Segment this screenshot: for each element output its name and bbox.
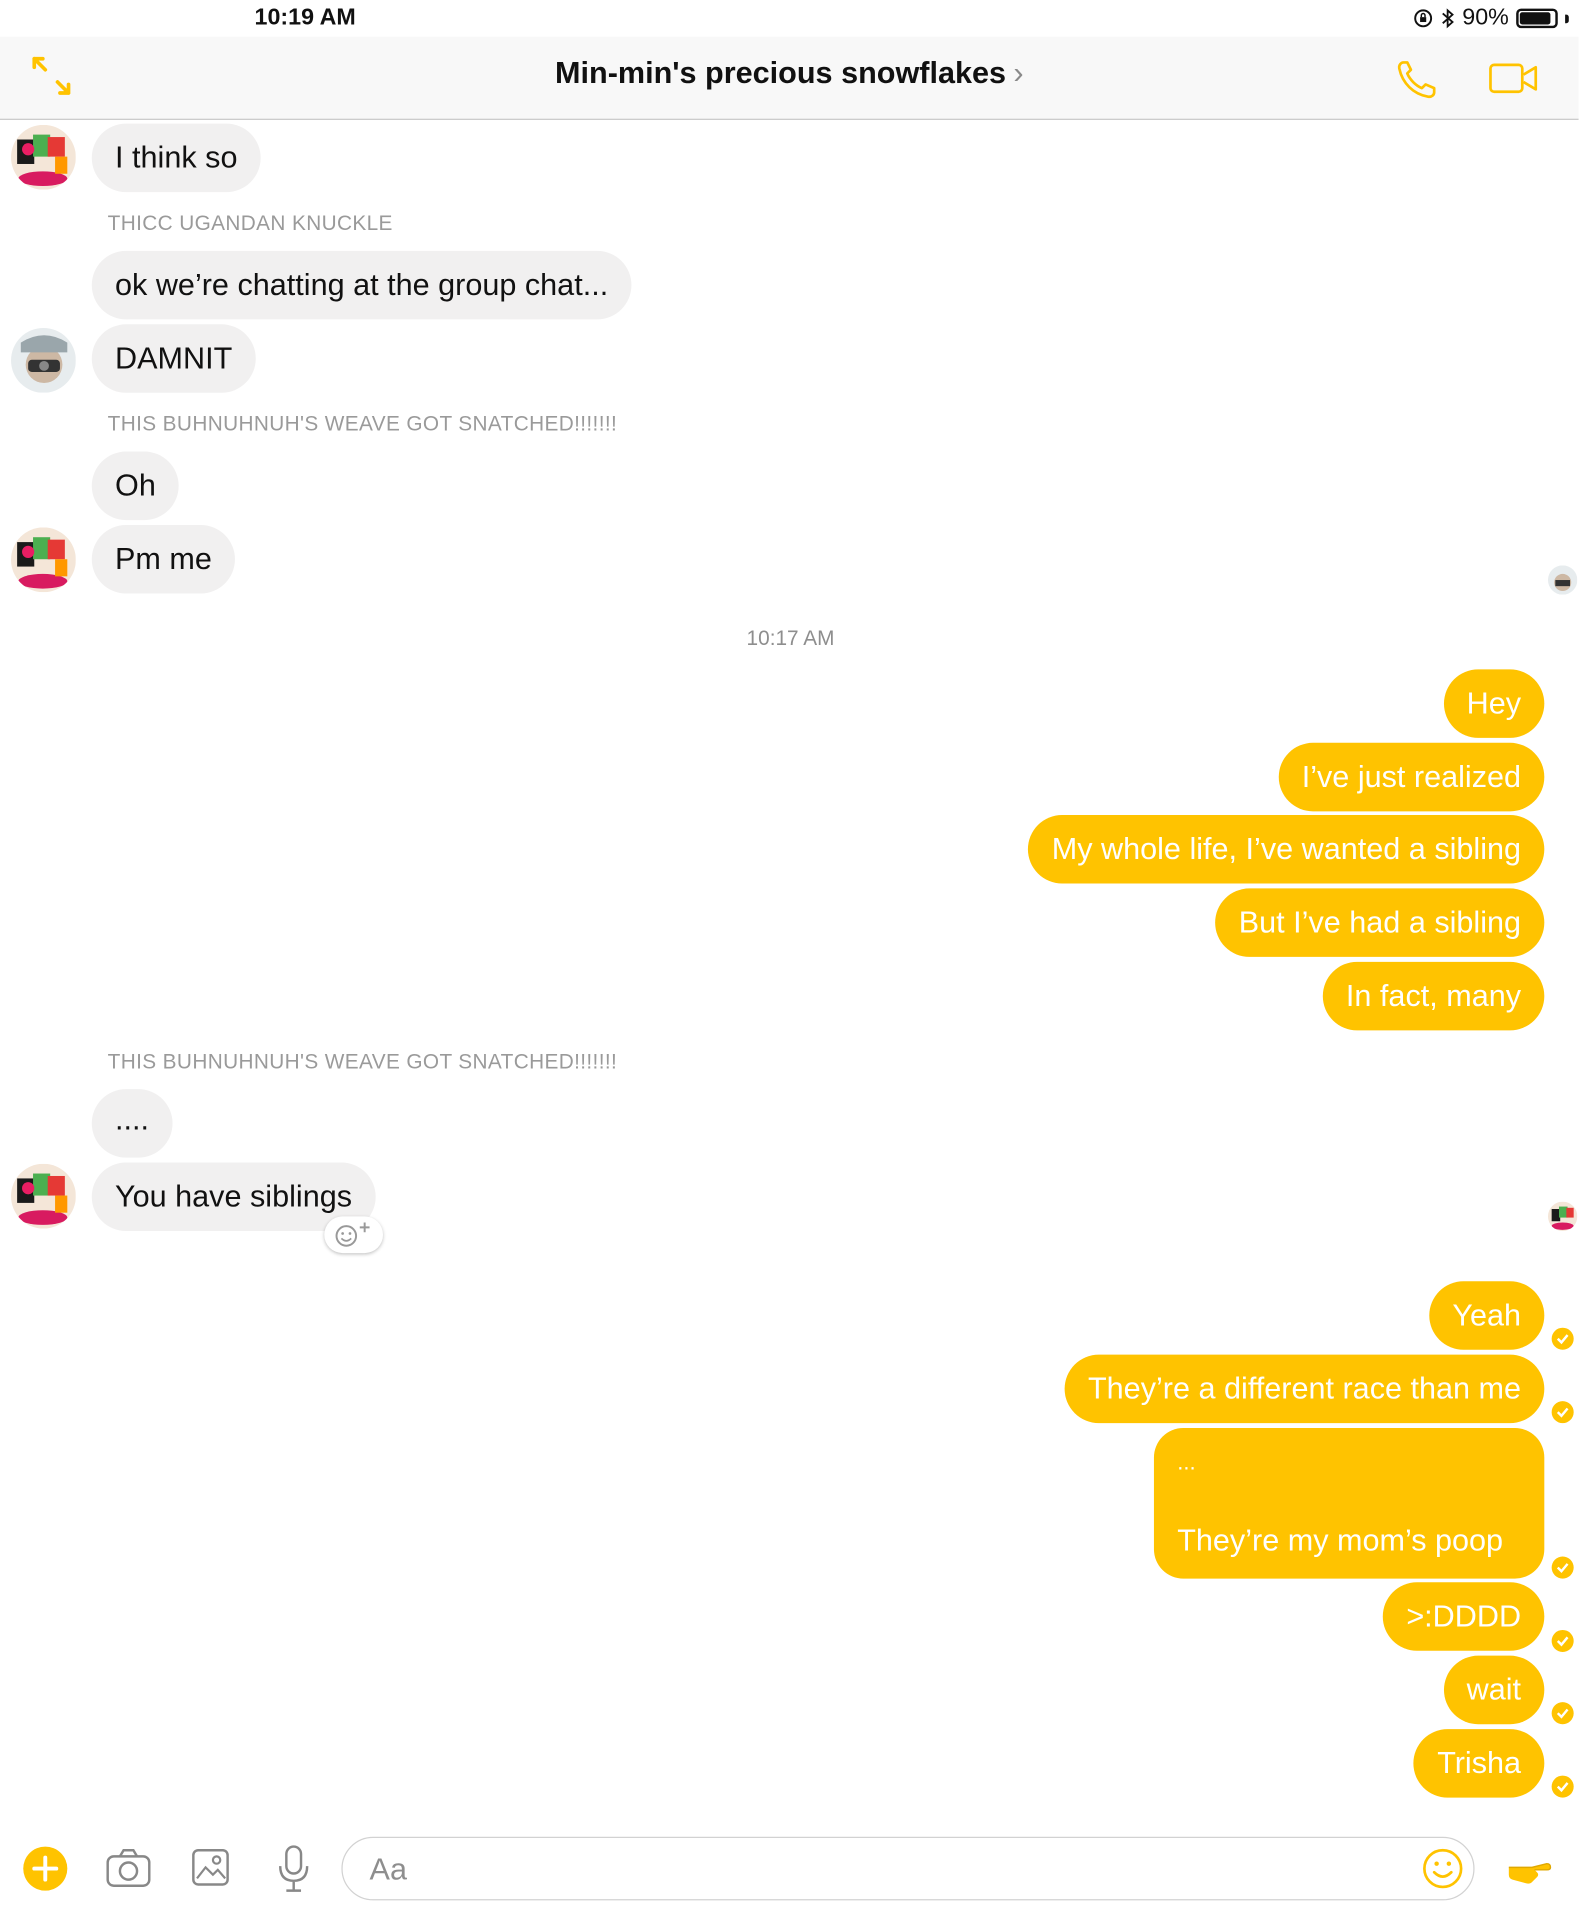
status-bar: 10:19 AM 90% <box>0 0 1581 37</box>
avatar[interactable] <box>11 527 76 593</box>
gallery-icon[interactable] <box>191 1848 230 1887</box>
phone-icon[interactable] <box>1395 59 1439 101</box>
check-icon <box>1551 1327 1574 1350</box>
message-bubble[interactable]: I think so <box>91 123 261 193</box>
battery-percent: 90% <box>1462 4 1509 31</box>
sender-name: THICC UGANDAN KNUCKLE <box>107 211 393 235</box>
message-bubble[interactable]: Pm me <box>91 524 236 594</box>
chevron-right-icon: › <box>1013 56 1024 91</box>
message-input[interactable]: Aa <box>341 1836 1475 1901</box>
avatar[interactable] <box>11 1163 76 1229</box>
messenger-screen: 10:19 AM 90% Min-min's precious snowflak… <box>0 0 1581 1918</box>
bluetooth-icon <box>1442 8 1454 29</box>
check-icon <box>1551 1401 1574 1424</box>
message-line: They’re my mom’s poop <box>1177 1523 1504 1558</box>
message-bubble-outgoing[interactable]: But I’ve had a sibling <box>1215 888 1545 957</box>
check-icon <box>1551 1775 1574 1798</box>
composer-bar: Aa <box>0 1833 1581 1918</box>
sender-name: THIS BUHNUHNUH'S WEAVE GOT SNATCHED!!!!!… <box>107 412 618 436</box>
sender-name: THIS BUHNUHNUH'S WEAVE GOT SNATCHED!!!!!… <box>107 1049 618 1074</box>
check-icon <box>1551 1629 1574 1652</box>
avatar-image <box>11 327 76 393</box>
message-bubble-outgoing[interactable]: Hey <box>1443 669 1545 738</box>
line-spacer <box>1177 1481 1521 1523</box>
video-icon[interactable] <box>1488 61 1539 95</box>
conversation-header: Min-min's precious snowflakes › <box>0 36 1579 120</box>
avatar-image <box>11 1163 76 1229</box>
message-bubble-outgoing[interactable]: ... They’re my mom’s poop <box>1153 1428 1545 1579</box>
microphone-icon[interactable] <box>277 1844 311 1893</box>
group-name: Min-min's precious snowflakes <box>555 56 1006 91</box>
message-bubble[interactable]: Oh <box>91 451 180 521</box>
timestamp: 10:17 AM <box>746 626 835 650</box>
battery-fill <box>1519 12 1551 25</box>
message-input-placeholder: Aa <box>369 1852 407 1887</box>
check-icon <box>1551 1556 1574 1579</box>
thumbs-hand-icon[interactable] <box>1505 1853 1552 1887</box>
avatar-image <box>11 124 76 190</box>
message-bubble-outgoing[interactable]: wait <box>1443 1655 1545 1725</box>
camera-icon[interactable] <box>105 1847 152 1891</box>
message-bubble-outgoing[interactable]: I’ve just realized <box>1278 742 1545 812</box>
message-bubble-outgoing[interactable]: Yeah <box>1429 1281 1545 1350</box>
message-bubble-outgoing[interactable]: In fact, many <box>1322 961 1545 1031</box>
battery-icon <box>1516 8 1558 29</box>
message-bubble-outgoing[interactable]: They’re a different race than me <box>1064 1354 1545 1424</box>
message-bubble[interactable]: ok we’re chatting at the group chat... <box>91 250 632 320</box>
conversation-title[interactable]: Min-min's precious snowflakes › <box>0 56 1579 91</box>
avatar[interactable] <box>11 327 76 393</box>
avatar-image <box>11 527 76 593</box>
read-receipt-avatar <box>1547 565 1578 595</box>
battery-tip <box>1565 14 1569 23</box>
message-bubble-outgoing[interactable]: >:DDDD <box>1383 1582 1545 1651</box>
plus-icon[interactable] <box>22 1845 69 1892</box>
message-bubble-outgoing[interactable]: Trisha <box>1413 1729 1545 1798</box>
emoji-icon[interactable] <box>1422 1848 1464 1890</box>
status-time: 10:19 AM <box>254 4 356 31</box>
message-bubble[interactable]: .... <box>91 1089 173 1158</box>
rotation-lock-icon <box>1414 9 1433 28</box>
message-line: ... <box>1177 1450 1196 1475</box>
message-bubble-outgoing[interactable]: My whole life, I’ve wanted a sibling <box>1028 814 1545 884</box>
avatar[interactable] <box>11 124 76 190</box>
react-icon <box>335 1222 370 1247</box>
status-indicators: 90% <box>1413 4 1569 32</box>
message-bubble[interactable]: DAMNIT <box>91 324 256 393</box>
check-icon <box>1551 1702 1574 1725</box>
react-button[interactable] <box>324 1216 384 1254</box>
read-receipt-avatar <box>1547 1201 1578 1232</box>
message-list[interactable]: I think so THICC UGANDAN KNUCKLE ok we’r… <box>0 120 1581 1833</box>
